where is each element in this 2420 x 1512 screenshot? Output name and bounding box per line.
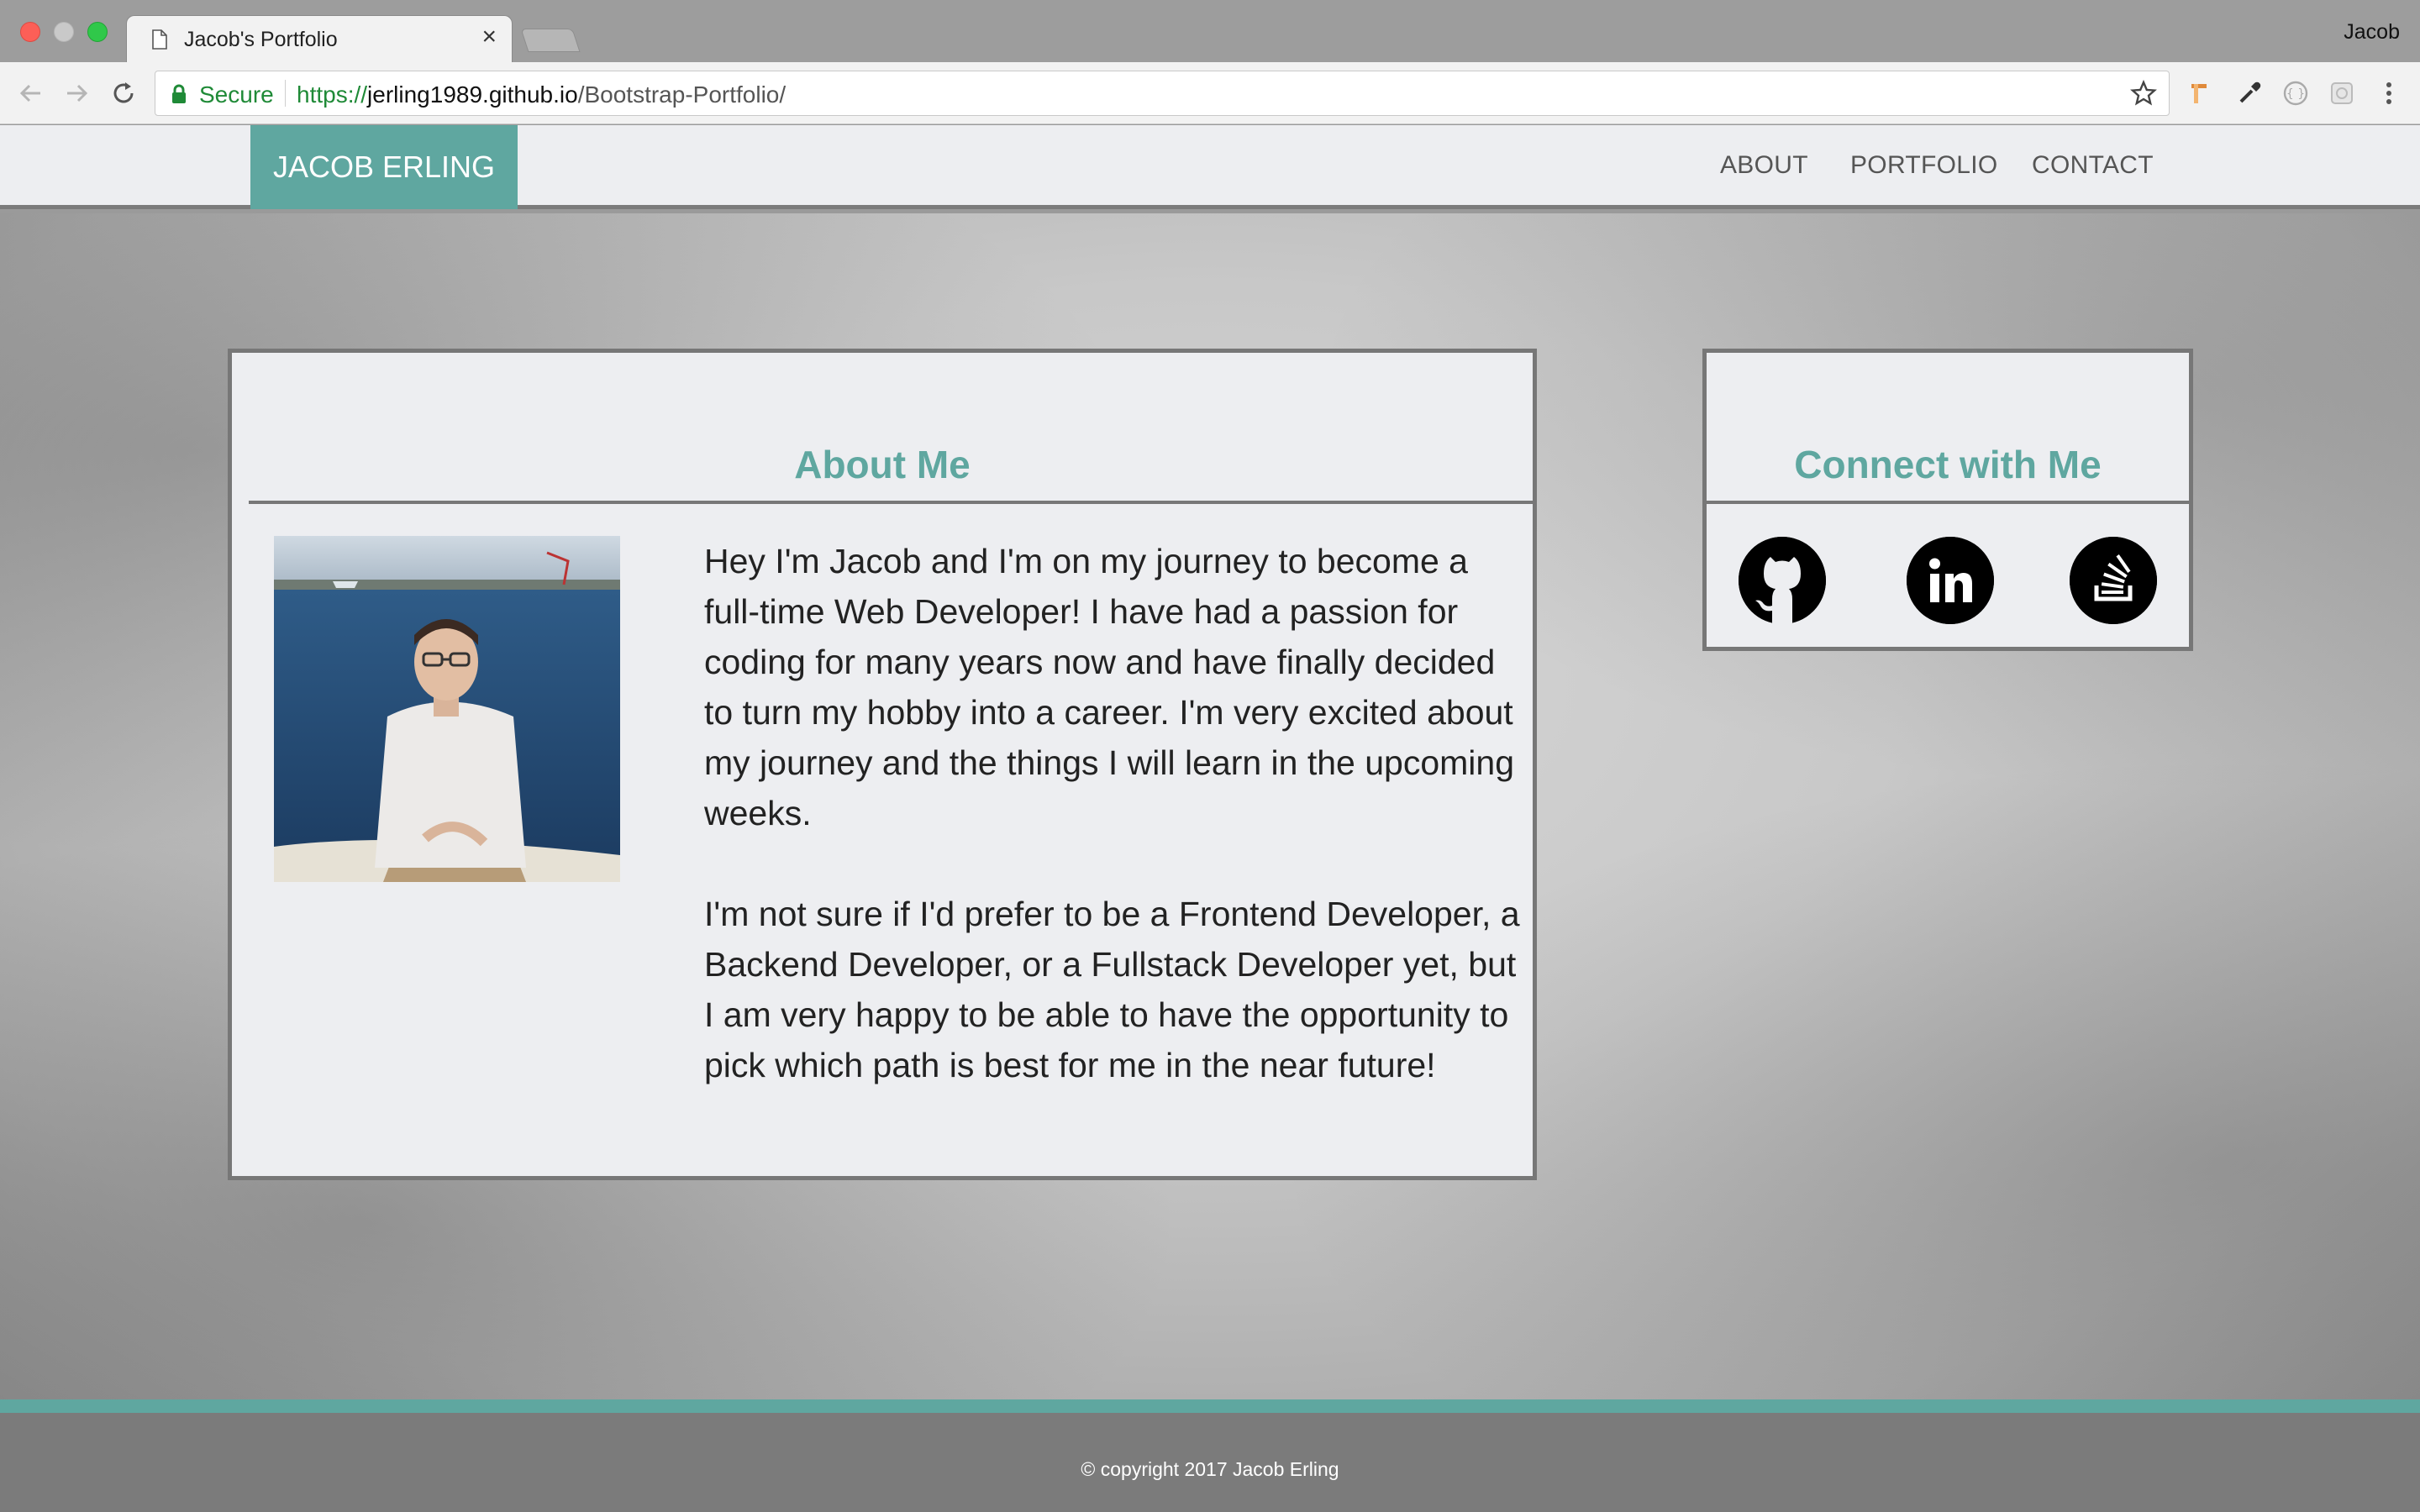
about-divider [249,501,1533,504]
reload-icon [113,82,134,103]
github-link[interactable] [1739,537,1826,624]
back-button[interactable] [15,77,47,109]
connect-divider [1707,501,2189,504]
close-window-button[interactable] [20,22,40,42]
svg-text:{ }: { } [2286,87,2305,101]
browser-tab-active[interactable]: Jacob's Portfolio × [126,15,513,64]
tab-title: Jacob's Portfolio [184,28,338,51]
arrow-left-icon [19,84,40,102]
about-paragraph-1: Hey I'm Jacob and I'm on my journey to b… [704,542,1515,832]
address-separator [285,80,286,107]
github-icon [1739,537,1826,624]
site-navbar: JACOB ERLING ABOUT PORTFOLIO CONTACT [0,125,2420,209]
address-bar[interactable]: Secure https://jerling1989.github.io/Boo… [155,71,2170,116]
reload-button[interactable] [108,77,139,109]
extension-tag-icon[interactable] [2186,79,2215,108]
arrow-right-icon [67,84,88,102]
browser-title-bar: Jacob's Portfolio × Jacob [0,0,2420,64]
connect-panel: Connect with Me [1702,349,2193,651]
minimize-window-button[interactable] [54,22,74,42]
tab-close-button[interactable]: × [481,24,497,50]
url-scheme: https:// [297,81,368,108]
nav-link-contact[interactable]: CONTACT [2032,151,2154,180]
linkedin-link[interactable] [1907,537,1994,624]
about-panel: About Me Hey I'm Jacob and I'm on my jou… [228,349,1537,1180]
linkedin-icon [1907,537,1994,624]
browser-toolbar: Secure https://jerling1989.github.io/Boo… [0,62,2420,124]
new-tab-button[interactable] [520,29,581,52]
eyedropper-icon[interactable] [2235,79,2264,108]
document-icon [152,29,167,50]
secure-label: Secure [199,81,274,108]
profile-button[interactable]: Jacob [2344,20,2400,45]
url-text: https://jerling1989.github.io/Bootstrap-… [297,81,786,108]
lock-icon [172,84,186,103]
url-path: /Bootstrap-Portfolio/ [577,81,786,108]
stack-overflow-icon [2070,537,2157,624]
url-host: jerling1989.github.io [367,81,578,108]
nav-link-about[interactable]: ABOUT [1720,151,1808,180]
chrome-menu-icon[interactable] [2375,79,2403,108]
copyright-text: © copyright 2017 Jacob Erling [1081,1458,1339,1480]
brand-logo-link[interactable]: JACOB ERLING [250,125,518,209]
about-bio: Hey I'm Jacob and I'm on my journey to b… [704,536,1528,1090]
maximize-window-button[interactable] [87,22,108,42]
nav-link-portfolio[interactable]: PORTFOLIO [1850,151,1998,180]
bookmark-star-icon[interactable] [2130,80,2157,107]
profile-photo [274,536,620,882]
site-footer: © copyright 2017 Jacob Erling [0,1399,2420,1512]
connect-heading: Connect with Me [1794,443,2102,486]
json-viewer-icon[interactable]: { } [2281,79,2310,108]
about-heading: About Me [794,443,971,486]
forward-button[interactable] [60,77,92,109]
about-paragraph-2: I'm not sure if I'd prefer to be a Front… [704,895,1520,1084]
stack-overflow-link[interactable] [2070,537,2157,624]
extension-puzzle-icon[interactable] [2328,79,2356,108]
